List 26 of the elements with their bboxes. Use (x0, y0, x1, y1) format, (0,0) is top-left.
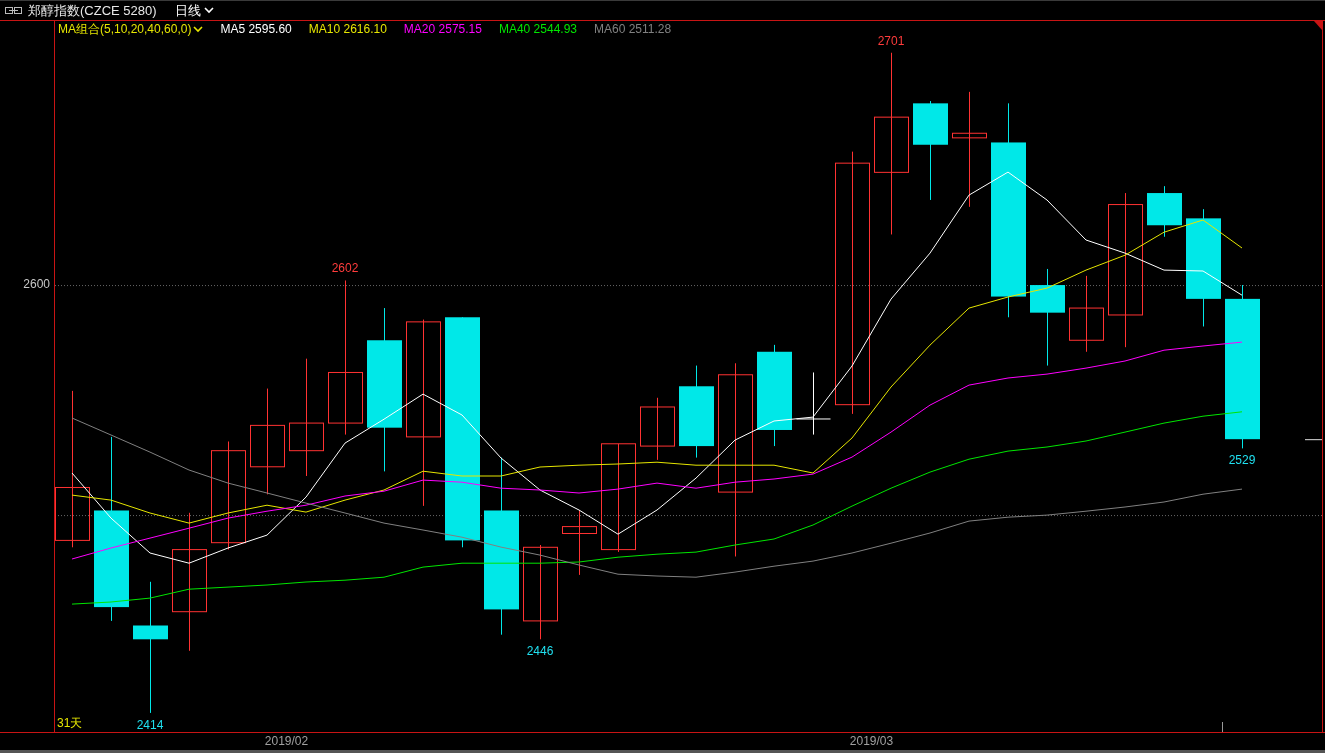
ma-selector[interactable]: MA组合(5,10,20,40,60,0) (58, 20, 204, 38)
period-selector[interactable]: 日线 (174, 1, 214, 20)
legend-item: MA10 2616.10 (308, 22, 387, 36)
chevron-down-icon (203, 7, 214, 14)
link-icon (5, 6, 22, 15)
candlestick (796, 371, 831, 436)
price-label: 2446 (526, 644, 554, 659)
instrument-title: 郑醇指数(CZCE 5280) (28, 1, 157, 20)
bar-count-label: 31天 (57, 716, 83, 730)
legend-item: MA20 2575.15 (403, 22, 482, 36)
chevron-down-icon (193, 25, 204, 33)
date-label: 2019/03 (849, 734, 894, 748)
legend-item: MA5 2595.60 (220, 22, 292, 36)
price-label: 2602 (331, 261, 359, 276)
candlestick (640, 397, 675, 461)
price-label: 2529 (1228, 453, 1256, 468)
axis-label: 2600 (23, 277, 50, 292)
price-label: 2701 (877, 33, 905, 48)
candlestick (1147, 185, 1182, 238)
last-price-marker (1304, 439, 1322, 441)
legend-item: MA40 2544.93 (498, 22, 577, 36)
legend-item: MA60 2511.28 (594, 22, 672, 36)
tick-mark (1222, 721, 1223, 732)
date-label: 2019/02 (264, 734, 309, 748)
candlestick (562, 510, 597, 576)
price-label: 2414 (136, 717, 164, 732)
